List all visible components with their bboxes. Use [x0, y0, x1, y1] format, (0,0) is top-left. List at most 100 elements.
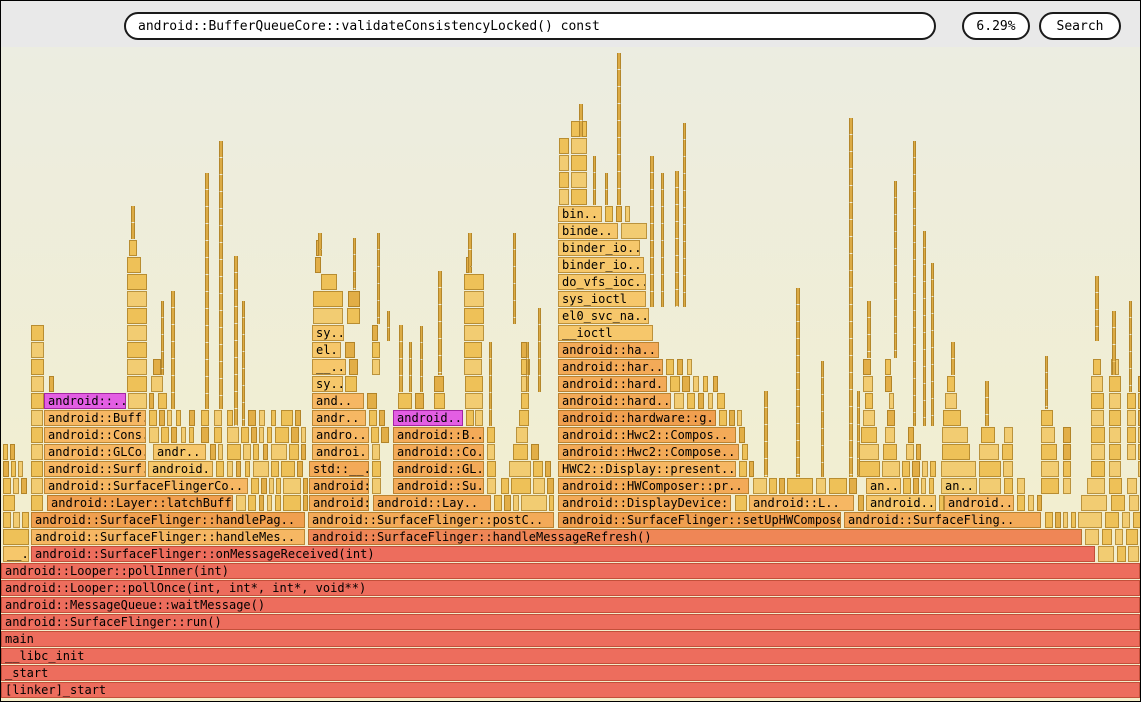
stack-frame-small[interactable]: [281, 461, 295, 477]
stack-frame-small[interactable]: [737, 410, 742, 426]
stack-frame-small[interactable]: [945, 393, 957, 409]
stack-frame-small[interactable]: [22, 512, 29, 528]
stack-frame[interactable]: android:..: [309, 478, 369, 494]
stack-frame-small[interactable]: [735, 495, 747, 511]
stack-frame-spike[interactable]: [1095, 276, 1099, 341]
stack-frame-small[interactable]: [979, 461, 1001, 477]
stack-frame-small[interactable]: [31, 478, 43, 494]
stack-frame-small[interactable]: [218, 444, 223, 460]
stack-frame-small[interactable]: [367, 393, 377, 409]
stack-frame[interactable]: android::Looper::pollInner(int): [1, 563, 1140, 579]
stack-frame-small[interactable]: [1063, 512, 1068, 528]
stack-frame-small[interactable]: [31, 325, 44, 341]
stack-frame-small[interactable]: [487, 427, 495, 443]
stack-frame-small[interactable]: [979, 478, 1001, 494]
stack-frame-small[interactable]: [176, 410, 181, 426]
stack-frame-small[interactable]: [21, 478, 27, 494]
stack-frame-spike[interactable]: [399, 325, 403, 392]
stack-frame-small[interactable]: [916, 444, 921, 460]
stack-frame-small[interactable]: [885, 427, 895, 443]
stack-frame-small[interactable]: [882, 461, 900, 477]
stack-frame-small[interactable]: [313, 308, 343, 324]
stack-frame-small[interactable]: [349, 359, 358, 375]
stack-frame-small[interactable]: [742, 444, 748, 460]
stack-frame-small[interactable]: [127, 376, 147, 392]
stack-frame-small[interactable]: [698, 393, 704, 409]
stack-frame-small[interactable]: [1133, 512, 1141, 528]
stack-frame-small[interactable]: [1109, 427, 1121, 443]
stack-frame-small[interactable]: [1109, 410, 1121, 426]
stack-frame-small[interactable]: [549, 495, 554, 511]
stack-frame-small[interactable]: [245, 461, 250, 477]
stack-frame-small[interactable]: [1127, 410, 1136, 426]
stack-frame-spike[interactable]: [617, 53, 621, 205]
stack-frame-small[interactable]: [345, 376, 357, 392]
stack-frame-small[interactable]: [3, 461, 9, 477]
stack-frame[interactable]: android::Cons..: [44, 427, 146, 443]
stack-frame[interactable]: binde..: [558, 223, 618, 239]
stack-frame-small[interactable]: [713, 376, 718, 392]
stack-frame-small[interactable]: [49, 376, 54, 392]
stack-frame[interactable]: android::MessageQueue::waitMessage(): [1, 597, 1140, 613]
stack-frame-small[interactable]: [3, 444, 8, 460]
stack-frame-small[interactable]: [159, 410, 165, 426]
stack-frame-small[interactable]: [929, 478, 934, 494]
stack-frame-small[interactable]: [729, 410, 735, 426]
stack-frame-spike[interactable]: [468, 233, 472, 273]
stack-frame-small[interactable]: [369, 410, 377, 426]
stack-frame-spike[interactable]: [605, 173, 608, 205]
stack-frame[interactable]: __ioctl: [558, 325, 653, 341]
stack-frame-small[interactable]: [1041, 461, 1059, 477]
stack-frame-small[interactable]: [1091, 427, 1105, 443]
stack-frame-small[interactable]: [885, 359, 891, 375]
stack-frame-small[interactable]: [863, 359, 871, 375]
stack-frame[interactable]: android::B..: [393, 427, 484, 443]
stack-frame-small[interactable]: [464, 308, 484, 324]
stack-frame-small[interactable]: [1028, 495, 1034, 511]
stack-frame-small[interactable]: [434, 393, 445, 409]
stack-frame-small[interactable]: [214, 410, 222, 426]
stack-frame-small[interactable]: [127, 308, 147, 324]
stack-frame-small[interactable]: [1098, 546, 1114, 562]
stack-frame-small[interactable]: [625, 206, 630, 222]
stack-frame-spike[interactable]: [242, 301, 245, 426]
stack-frame-small[interactable]: [151, 376, 163, 392]
stack-frame-small[interactable]: [259, 427, 264, 443]
stack-frame-spike[interactable]: [650, 156, 654, 307]
stack-frame-small[interactable]: [930, 461, 936, 477]
stack-frame-small[interactable]: [941, 461, 976, 477]
stack-frame-spike[interactable]: [867, 301, 871, 358]
stack-frame-small[interactable]: [666, 359, 674, 375]
stack-frame-small[interactable]: [381, 427, 389, 443]
stack-frame-small[interactable]: [1037, 495, 1042, 511]
stack-frame[interactable]: sy..: [312, 376, 343, 392]
stack-frame-small[interactable]: [127, 325, 147, 341]
stack-frame-small[interactable]: [261, 478, 267, 494]
stack-frame[interactable]: android::SurfaceFlinger::postC..: [308, 512, 554, 528]
stack-frame-small[interactable]: [31, 495, 43, 511]
stack-frame-spike[interactable]: [764, 391, 768, 477]
stack-frame-small[interactable]: [1017, 478, 1025, 494]
stack-frame-small[interactable]: [248, 410, 256, 426]
stack-frame-small[interactable]: [942, 444, 970, 460]
stack-frame-small[interactable]: [271, 444, 287, 460]
stack-frame-small[interactable]: [1071, 512, 1076, 528]
stack-frame-small[interactable]: [559, 172, 569, 188]
stack-frame-small[interactable]: [1063, 427, 1071, 443]
stack-frame[interactable]: android::SurfaceFlinger::onMessageReceiv…: [31, 546, 1095, 562]
stack-frame[interactable]: android::ha..: [558, 342, 659, 358]
stack-frame-spike[interactable]: [489, 342, 492, 426]
stack-frame[interactable]: do_vfs_ioc..: [558, 274, 646, 290]
stack-frame-small[interactable]: [1055, 512, 1061, 528]
stack-frame-small[interactable]: [289, 444, 299, 460]
stack-frame-small[interactable]: [1091, 393, 1104, 409]
stack-frame-small[interactable]: [749, 461, 754, 477]
stack-frame-small[interactable]: [942, 427, 968, 443]
stack-frame[interactable]: android::hardware::g..: [558, 410, 716, 426]
stack-frame-spike[interactable]: [894, 181, 897, 358]
stack-frame-small[interactable]: [251, 478, 259, 494]
stack-frame-spike[interactable]: [683, 123, 686, 307]
stack-frame-small[interactable]: [739, 461, 747, 477]
stack-frame-small[interactable]: [1091, 410, 1104, 426]
stack-frame[interactable]: android::L..: [749, 495, 854, 511]
